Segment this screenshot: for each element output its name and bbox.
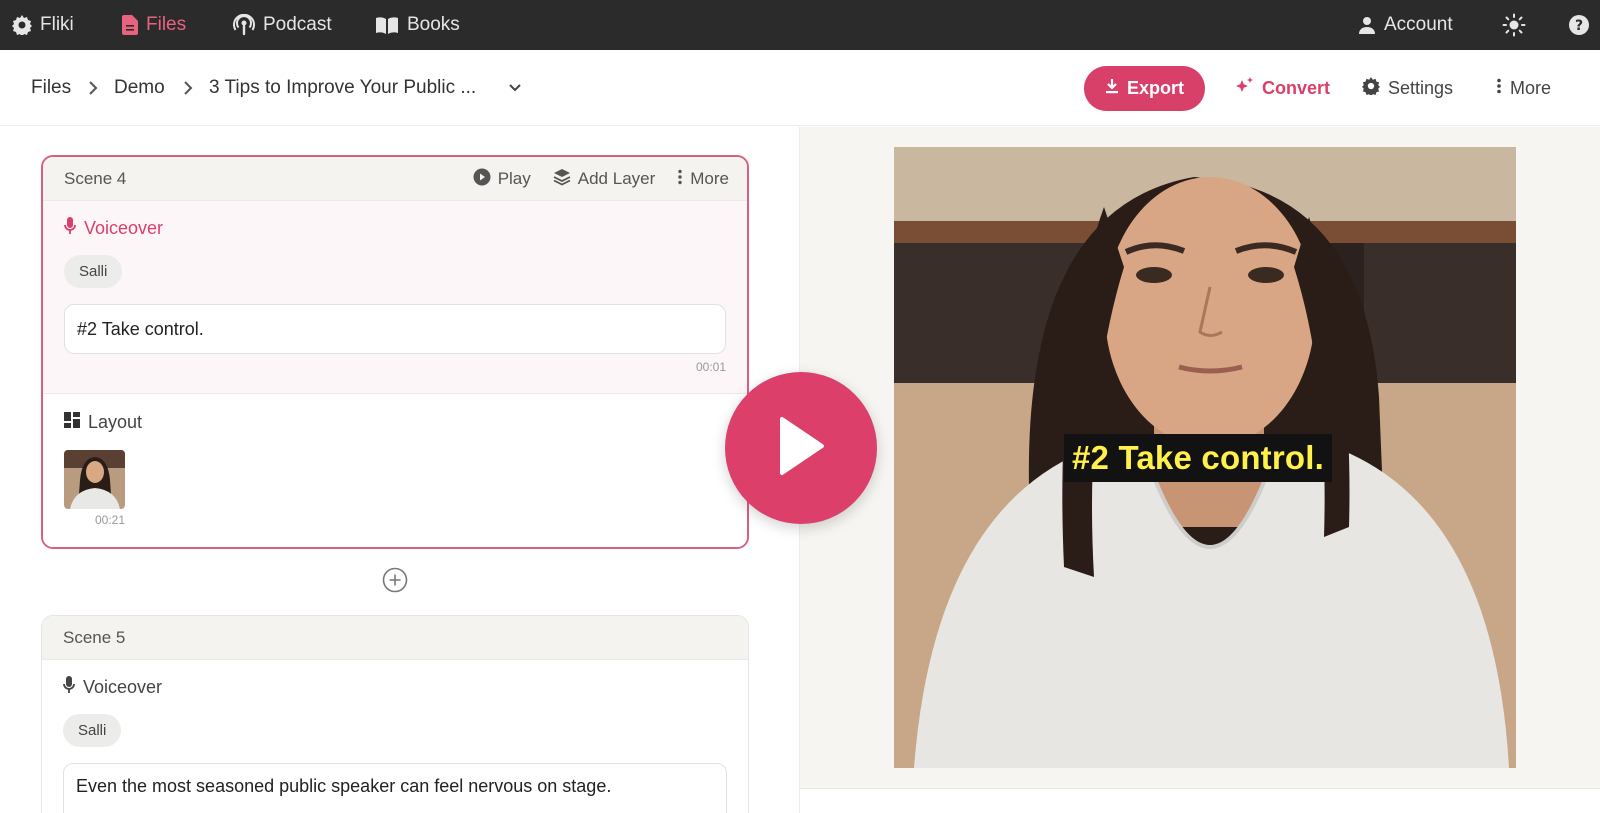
microphone-icon	[64, 216, 76, 240]
voiceover-section: Voiceover Salli #2 Take control. 00:01	[43, 201, 747, 393]
layout-duration: 00:21	[94, 513, 125, 527]
chevron-right-icon	[88, 50, 98, 126]
sparkle-icon	[1234, 76, 1254, 100]
voiceover-text-field[interactable]: Even the most seasoned public speaker ca…	[63, 763, 727, 813]
user-icon	[1358, 16, 1376, 34]
voiceover-label-text: Voiceover	[83, 676, 163, 697]
more-vertical-icon	[677, 169, 683, 190]
voiceover-duration: 00:01	[695, 360, 726, 374]
svg-text:?: ?	[1575, 18, 1583, 34]
voiceover-label-text: Voiceover	[84, 217, 164, 238]
scene-card[interactable]: Scene 5 Voiceover Salli Even the most se…	[41, 615, 749, 813]
nav-item-books[interactable]: Books	[375, 0, 460, 50]
scene-more-button[interactable]: More	[677, 169, 729, 190]
preview-play-button[interactable]	[725, 372, 877, 524]
layout-label-text: Layout	[88, 411, 143, 432]
export-button[interactable]: Export	[1084, 66, 1205, 111]
plus-circle-icon	[382, 567, 408, 597]
layout-thumbnail[interactable]	[64, 450, 125, 509]
chevron-down-icon[interactable]	[508, 50, 522, 126]
nav-label: Fliki	[40, 14, 74, 35]
add-scene-button[interactable]	[382, 567, 408, 593]
account-button[interactable]: Account	[1358, 0, 1453, 50]
download-icon	[1105, 78, 1119, 99]
voice-chip[interactable]: Salli	[63, 714, 122, 747]
add-layer-label: Add Layer	[577, 169, 656, 188]
settings-button[interactable]: Settings	[1362, 50, 1453, 126]
more-vertical-icon	[1496, 78, 1502, 99]
play-circle-icon	[473, 168, 491, 191]
settings-label: Settings	[1388, 77, 1454, 98]
nav-item-fliki[interactable]: Fliki	[12, 0, 74, 50]
add-layer-button[interactable]: Add Layer	[553, 168, 656, 191]
breadcrumb-demo[interactable]: Demo	[114, 50, 165, 126]
gear-icon	[1362, 76, 1380, 100]
file-icon	[122, 15, 138, 35]
nav-label: Podcast	[263, 14, 332, 35]
scene-title: Scene 5	[63, 627, 126, 647]
more-button[interactable]: More	[1496, 50, 1551, 126]
file-toolbar: Files Demo 3 Tips to Improve Your Public…	[0, 50, 1600, 126]
layout-label: Layout	[64, 394, 726, 450]
top-navigation: Fliki Files Podcast Books Account ?	[0, 0, 1600, 50]
scene-actions: Play Add Layer More	[473, 157, 729, 201]
play-icon	[776, 415, 826, 482]
more-label: More	[1510, 77, 1552, 98]
voiceover-label: Voiceover	[63, 660, 727, 714]
gear-logo-icon	[12, 15, 32, 35]
scene-card[interactable]: Scene 4 Play Add Layer More Voiceover Sa…	[41, 155, 749, 549]
microphone-icon	[63, 675, 75, 699]
nav-label: Books	[407, 14, 460, 35]
help-icon: ?	[1568, 14, 1590, 36]
video-caption: #2 Take control.	[1064, 434, 1333, 482]
voiceover-section: Voiceover Salli Even the most seasoned p…	[42, 660, 748, 813]
scene-more-label: More	[690, 169, 729, 188]
nav-item-podcast[interactable]: Podcast	[233, 0, 332, 50]
nav-label: Files	[146, 14, 187, 35]
book-icon	[375, 15, 399, 35]
scene-header: Scene 5	[42, 616, 748, 660]
account-label: Account	[1384, 14, 1453, 35]
scene-play-button[interactable]: Play	[473, 168, 531, 191]
player-controls-strip	[800, 788, 1600, 813]
scene-title: Scene 4	[64, 168, 127, 188]
scene-header: Scene 4 Play Add Layer More	[43, 157, 747, 201]
convert-label: Convert	[1262, 77, 1331, 98]
layout-section: Layout 00:21	[43, 393, 747, 547]
help-button[interactable]: ?	[1568, 0, 1590, 50]
layers-icon	[553, 168, 571, 191]
voiceover-label: Voiceover	[64, 201, 726, 255]
play-label: Play	[497, 169, 531, 188]
convert-button[interactable]: Convert	[1234, 50, 1330, 126]
chevron-right-icon	[183, 50, 193, 126]
voiceover-text-field[interactable]: #2 Take control.	[64, 304, 726, 354]
nav-item-files[interactable]: Files	[122, 0, 186, 50]
layout-icon	[64, 411, 80, 433]
breadcrumb-current-file[interactable]: 3 Tips to Improve Your Public ...	[209, 50, 476, 126]
theme-toggle[interactable]	[1502, 0, 1526, 50]
sun-icon	[1502, 13, 1526, 37]
podcast-icon	[233, 14, 255, 36]
breadcrumb-files[interactable]: Files	[31, 50, 71, 126]
voice-chip[interactable]: Salli	[64, 255, 123, 288]
export-label: Export	[1126, 78, 1184, 98]
